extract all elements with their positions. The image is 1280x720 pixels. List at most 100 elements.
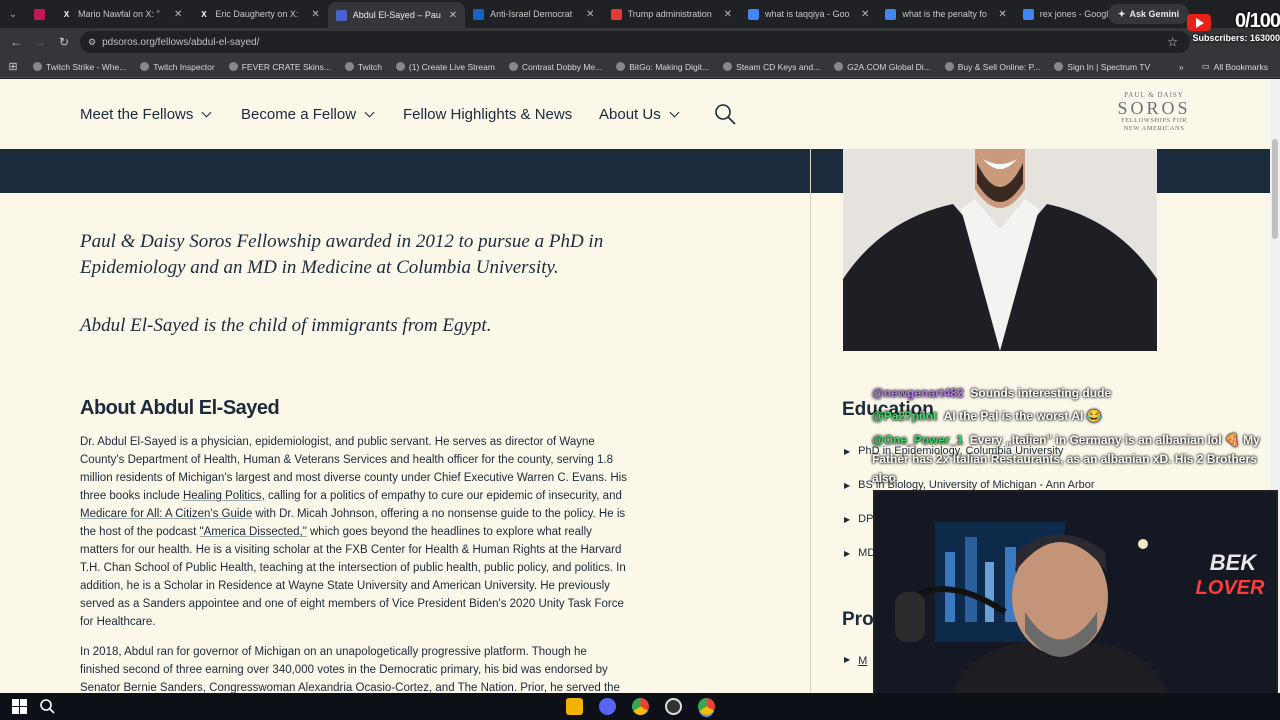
- chrome-icon[interactable]: [632, 698, 649, 715]
- back-icon[interactable]: ←: [4, 35, 28, 49]
- chrome-active-icon[interactable]: [698, 698, 715, 715]
- browser-tab[interactable]: Trump administration ✕: [603, 2, 740, 26]
- close-tab-icon[interactable]: ✕: [998, 9, 1006, 20]
- taskbar-search-icon[interactable]: [40, 699, 55, 714]
- triangle-bullet-icon: ▶: [844, 515, 851, 524]
- bookmark-favicon-icon: [834, 62, 844, 71]
- close-tab-icon[interactable]: ✕: [861, 9, 869, 20]
- bookmark-item[interactable]: Steam CD Keys and...: [716, 62, 827, 72]
- bookmark-star-icon[interactable]: ☆: [1167, 35, 1178, 49]
- pdsoros-icon: [335, 9, 347, 21]
- all-bookmarks-button[interactable]: » ▭ All Bookmarks: [1179, 61, 1268, 72]
- close-tab-icon[interactable]: ✕: [724, 9, 732, 20]
- bookmark-favicon-icon: [944, 62, 954, 71]
- browser-toolbar: ← → ↻ ⚙ pdsoros.org/fellows/abdul-el-say…: [0, 28, 1280, 56]
- browser-tab[interactable]: what is taqqiya - Goo ✕: [740, 2, 877, 26]
- close-tab-icon[interactable]: ✕: [311, 9, 319, 20]
- bookmark-item[interactable]: G2A.COM Global Di...: [827, 62, 938, 72]
- reload-icon[interactable]: ↻: [52, 35, 76, 49]
- bookmark-label: Buy & Sell Online: P...: [957, 61, 1041, 72]
- chat-message: @One_Power_1 Every „Italien" in Germany …: [872, 431, 1272, 488]
- scrollbar-thumb[interactable]: [1272, 139, 1278, 239]
- healing-politics-link[interactable]: Healing Politics: [183, 490, 262, 502]
- neon-sign-line2: LOVER: [1196, 577, 1265, 599]
- bookmark-label: Steam CD Keys and...: [736, 61, 821, 72]
- browser-tab[interactable]: X Eric Daugherty on X: ✕: [190, 2, 327, 26]
- close-tab-icon[interactable]: ✕: [174, 9, 182, 20]
- neon-sign-line1: BEK: [1210, 550, 1259, 575]
- browser-tab[interactable]: Abdul El-Sayed – Pau ✕: [327, 2, 466, 28]
- tab-title: Trump administration: [627, 9, 712, 19]
- address-bar[interactable]: ⚙ pdsoros.org/fellows/abdul-el-sayed/ ☆: [80, 31, 1190, 53]
- discord-icon[interactable]: [599, 698, 616, 715]
- hero-band: [0, 149, 810, 193]
- close-tab-icon[interactable]: ✕: [449, 10, 457, 21]
- chat-text: Sounds interesting dude: [970, 386, 1112, 400]
- bookmark-item[interactable]: Twitch: [338, 62, 389, 72]
- bio-text: Dr. Abdul El-Sayed is a physician, epide…: [80, 433, 628, 693]
- bookmark-item[interactable]: Buy & Sell Online: P...: [938, 62, 1048, 72]
- tab-search-icon[interactable]: ⌄: [0, 0, 26, 28]
- app-icon: [34, 8, 45, 20]
- bookmark-favicon-icon: [228, 62, 238, 71]
- search-icon[interactable]: [714, 103, 736, 125]
- x-icon: X: [201, 9, 207, 19]
- obs-icon[interactable]: [665, 698, 682, 715]
- professional-item-label: M: [858, 655, 868, 667]
- chat-username: @newgenart482: [872, 386, 964, 400]
- subscriber-goal-overlay: 0/100 Subscribers: 163000: [1180, 10, 1280, 43]
- bookmark-item[interactable]: FEVER CRATE Skins...: [222, 62, 338, 72]
- all-bookmarks-label: All Bookmarks: [1213, 61, 1268, 72]
- bookmark-overflow-icon[interactable]: »: [1179, 62, 1184, 72]
- bookmark-item[interactable]: Twitch Strike - Whe...: [26, 62, 133, 72]
- nav-highlights-news[interactable]: Fellow Highlights & News: [403, 106, 572, 123]
- apps-grid-icon[interactable]: ⊞: [0, 60, 26, 73]
- subscriber-goal-count: 0/100: [1234, 10, 1280, 32]
- site-info-icon[interactable]: ⚙: [88, 37, 96, 48]
- news-icon: [610, 8, 622, 20]
- browser-tab[interactable]: [26, 2, 53, 26]
- medicare-for-all-link[interactable]: Medicare for All: A Citizen's Guide: [80, 508, 252, 520]
- bookmark-item[interactable]: (1) Create Live Stream: [389, 62, 502, 72]
- site-logo[interactable]: PAUL & DAISY SOROS FELLOWSHIPS FOR NEW A…: [1116, 91, 1192, 133]
- chat-username: @One_Power_1: [872, 433, 964, 447]
- bookmark-item[interactable]: BitGo: Making Digit...: [609, 62, 716, 72]
- bookmark-item[interactable]: Sign In | Spectrum TV: [1047, 62, 1157, 72]
- subscriber-total: Subscribers: 163000: [1192, 33, 1280, 43]
- bookmark-item[interactable]: Twitch Inspector: [133, 62, 221, 72]
- fellow-portrait: [843, 149, 1157, 351]
- triangle-bullet-icon: ▶: [844, 549, 851, 558]
- browser-tab[interactable]: X Mario Nawfal on X: " ✕: [53, 2, 190, 26]
- nav-become-fellow[interactable]: Become a Fellow: [241, 106, 375, 123]
- folder-icon: ▭: [1201, 61, 1210, 71]
- bookmark-label: Twitch Inspector: [153, 61, 215, 72]
- bookmark-label: BitGo: Making Digit...: [629, 61, 710, 72]
- triangle-bullet-icon: ▶: [844, 447, 851, 456]
- america-dissected-link[interactable]: "America Dissected,": [200, 526, 307, 538]
- about-heading: About Abdul El-Sayed: [80, 397, 280, 419]
- logo-sub1-text: FELLOWSHIPS FOR: [1121, 117, 1187, 124]
- ask-gemini-label: Ask Gemini: [1129, 9, 1180, 19]
- ask-gemini-button[interactable]: ✦ Ask Gemini: [1108, 4, 1190, 24]
- nav-meet-fellows[interactable]: Meet the Fellows: [80, 106, 212, 123]
- bookmark-item[interactable]: Contrast Dobby Me...: [502, 62, 609, 72]
- triangle-bullet-icon: ▶: [844, 655, 851, 664]
- fellow-intro: Paul & Daisy Soros Fellowship awarded in…: [80, 229, 630, 339]
- bookmark-favicon-icon: [344, 62, 354, 71]
- nav-about-us[interactable]: About Us: [599, 106, 680, 123]
- forward-icon[interactable]: →: [28, 35, 52, 49]
- chevron-down-icon: [669, 107, 680, 118]
- file-explorer-icon[interactable]: [566, 698, 583, 715]
- url-text: pdsoros.org/fellows/abdul-el-sayed/: [102, 36, 260, 48]
- bookmark-label: Contrast Dobby Me...: [521, 61, 603, 72]
- browser-tab[interactable]: Anti-Israel Democrat ✕: [465, 2, 602, 26]
- news-icon: [473, 8, 485, 20]
- close-tab-icon[interactable]: ✕: [586, 9, 594, 20]
- site-navigation: Meet the Fellows Become a Fellow Fellow …: [0, 79, 1270, 149]
- windows-start-icon[interactable]: [12, 699, 27, 714]
- logo-sub2-text: NEW AMERICANS: [1123, 125, 1185, 132]
- nav-meet-label: Meet the Fellows: [80, 106, 194, 123]
- browser-tab[interactable]: what is the penalty fo ✕: [877, 2, 1014, 26]
- x-icon: X: [63, 9, 70, 19]
- chevron-down-icon: [201, 107, 212, 118]
